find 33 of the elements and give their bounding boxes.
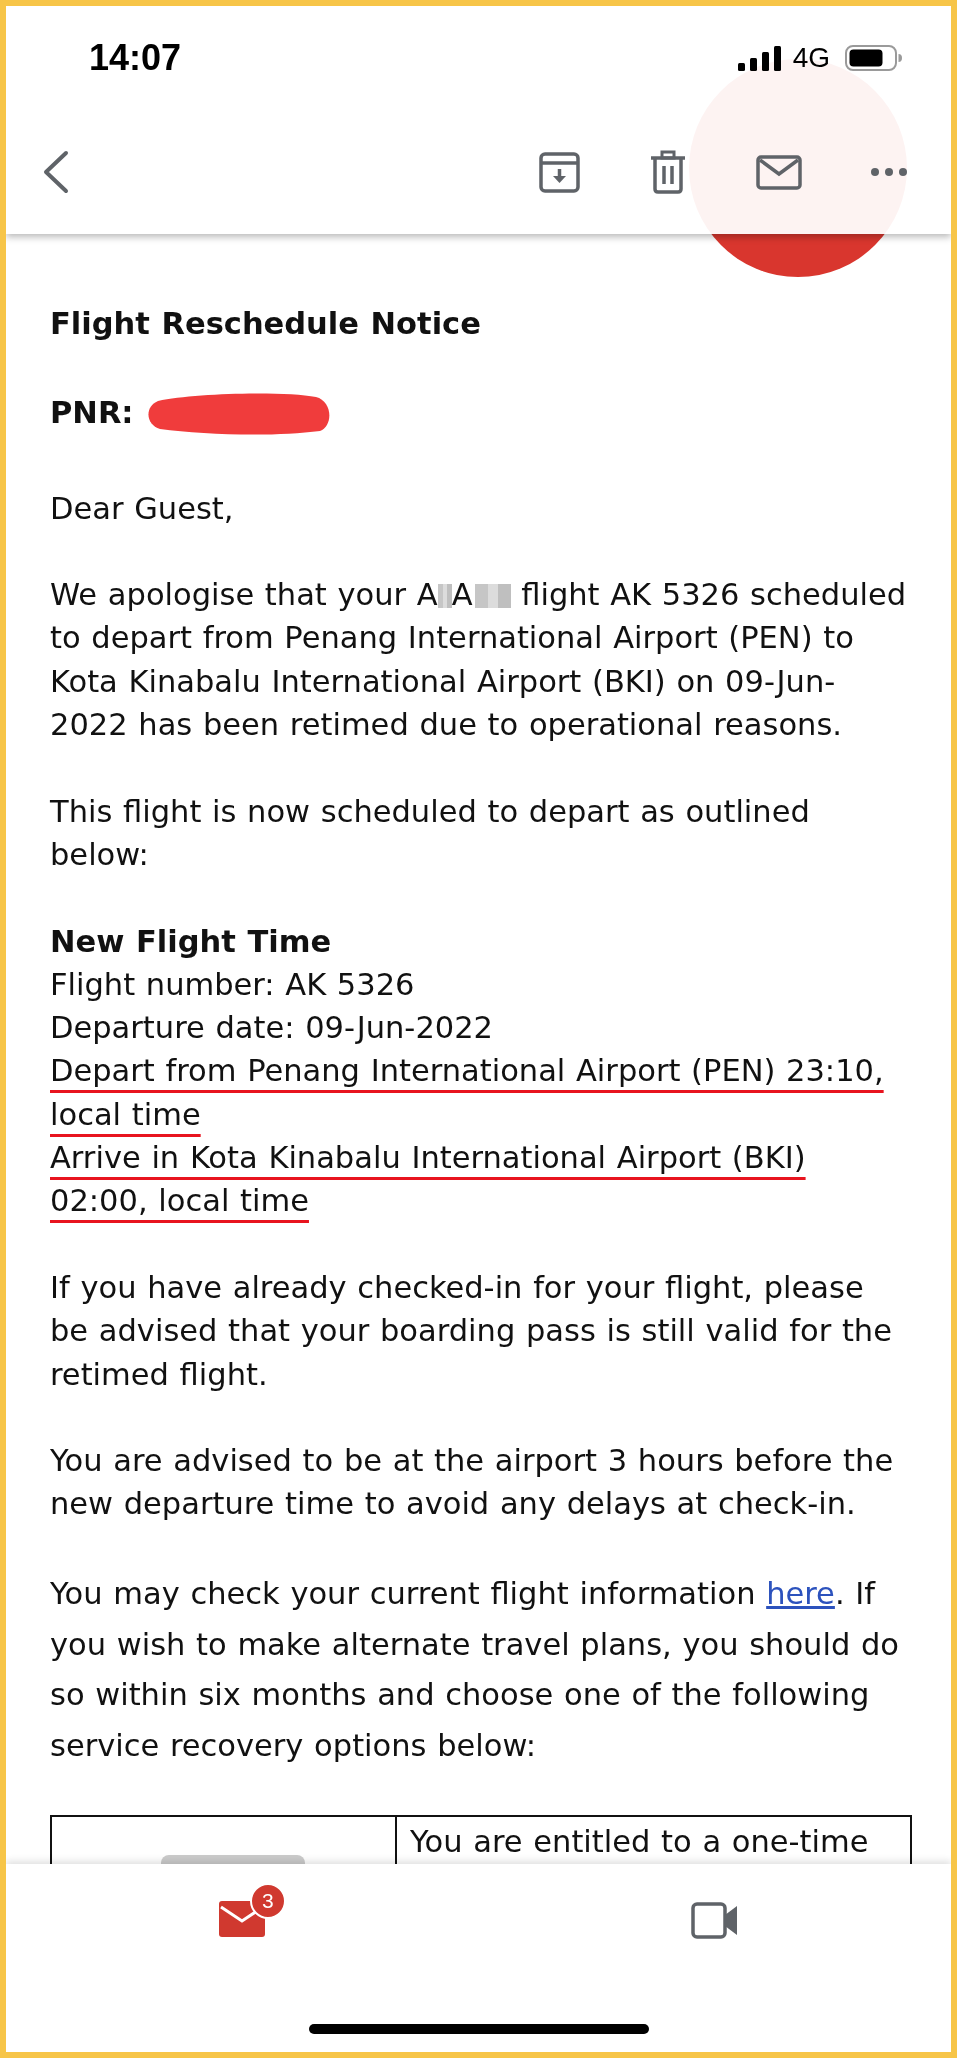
archive-icon [539, 151, 580, 193]
pnr-label: PNR: [50, 393, 134, 432]
inline-link[interactable]: here [766, 1576, 835, 1611]
flight-detail-line: Flight number: AK 5326 [50, 965, 416, 1004]
battery-icon [845, 45, 903, 71]
back-button[interactable] [42, 150, 69, 194]
envelope-icon [218, 1901, 265, 1937]
body-paragraph: We apologise that your A A flight AK 5326 scheduled to depart from Penang International Airport (PEN) to Kota Kinabalu International Airport (BKI) on 09-Jun-2022 has been retimed due to operational reasons. [50, 576, 908, 745]
flight-detail-line: Arrive in Kota Kinabalu International Airport (BKI) 02:00, local time [50, 1139, 807, 1221]
section-heading: New Flight Time [50, 922, 333, 961]
trash-icon [649, 150, 687, 194]
body-paragraph: This flight is now scheduled to depart as outlined below: [50, 792, 811, 874]
more-button[interactable] [871, 168, 907, 176]
delete-button[interactable] [649, 150, 687, 194]
network-type: 4G [792, 44, 830, 72]
more-icon [871, 168, 907, 176]
flight-detail-line: Depart from Penang International Airport (PEN) 23:10, local time [50, 1052, 885, 1134]
signal-icon [737, 45, 781, 71]
status-time: 14:07 [89, 40, 182, 76]
body-paragraph: If you have already checked-in for your flight, please be advised that your boarding pass is still valid for the retimed flight. [50, 1268, 893, 1394]
message-title: Flight Reschedule Notice [50, 305, 482, 343]
flight-detail-line: Departure date: 09-Jun-2022 [50, 1009, 494, 1048]
body-paragraph: Dear Guest, [50, 489, 235, 528]
video-camera-icon [691, 1901, 739, 1939]
mail-tab[interactable]: 3 [218, 1883, 286, 1937]
envelope-icon [756, 154, 802, 190]
back-icon [42, 150, 69, 194]
mark-unread-button[interactable] [756, 154, 802, 190]
body-paragraph: You may check your current flight information here. If you wish to make alternate travel plans, you should do so within six months and choose one of the following service recovery options below: [50, 1575, 900, 1765]
body-paragraph: You are advised to be at the airport 3 hours before the new departure time to avoid any delays at check-in. [50, 1442, 895, 1524]
archive-button[interactable] [539, 151, 580, 193]
unread-count: 3 [249, 1883, 286, 1919]
video-tab[interactable] [691, 1901, 739, 1939]
